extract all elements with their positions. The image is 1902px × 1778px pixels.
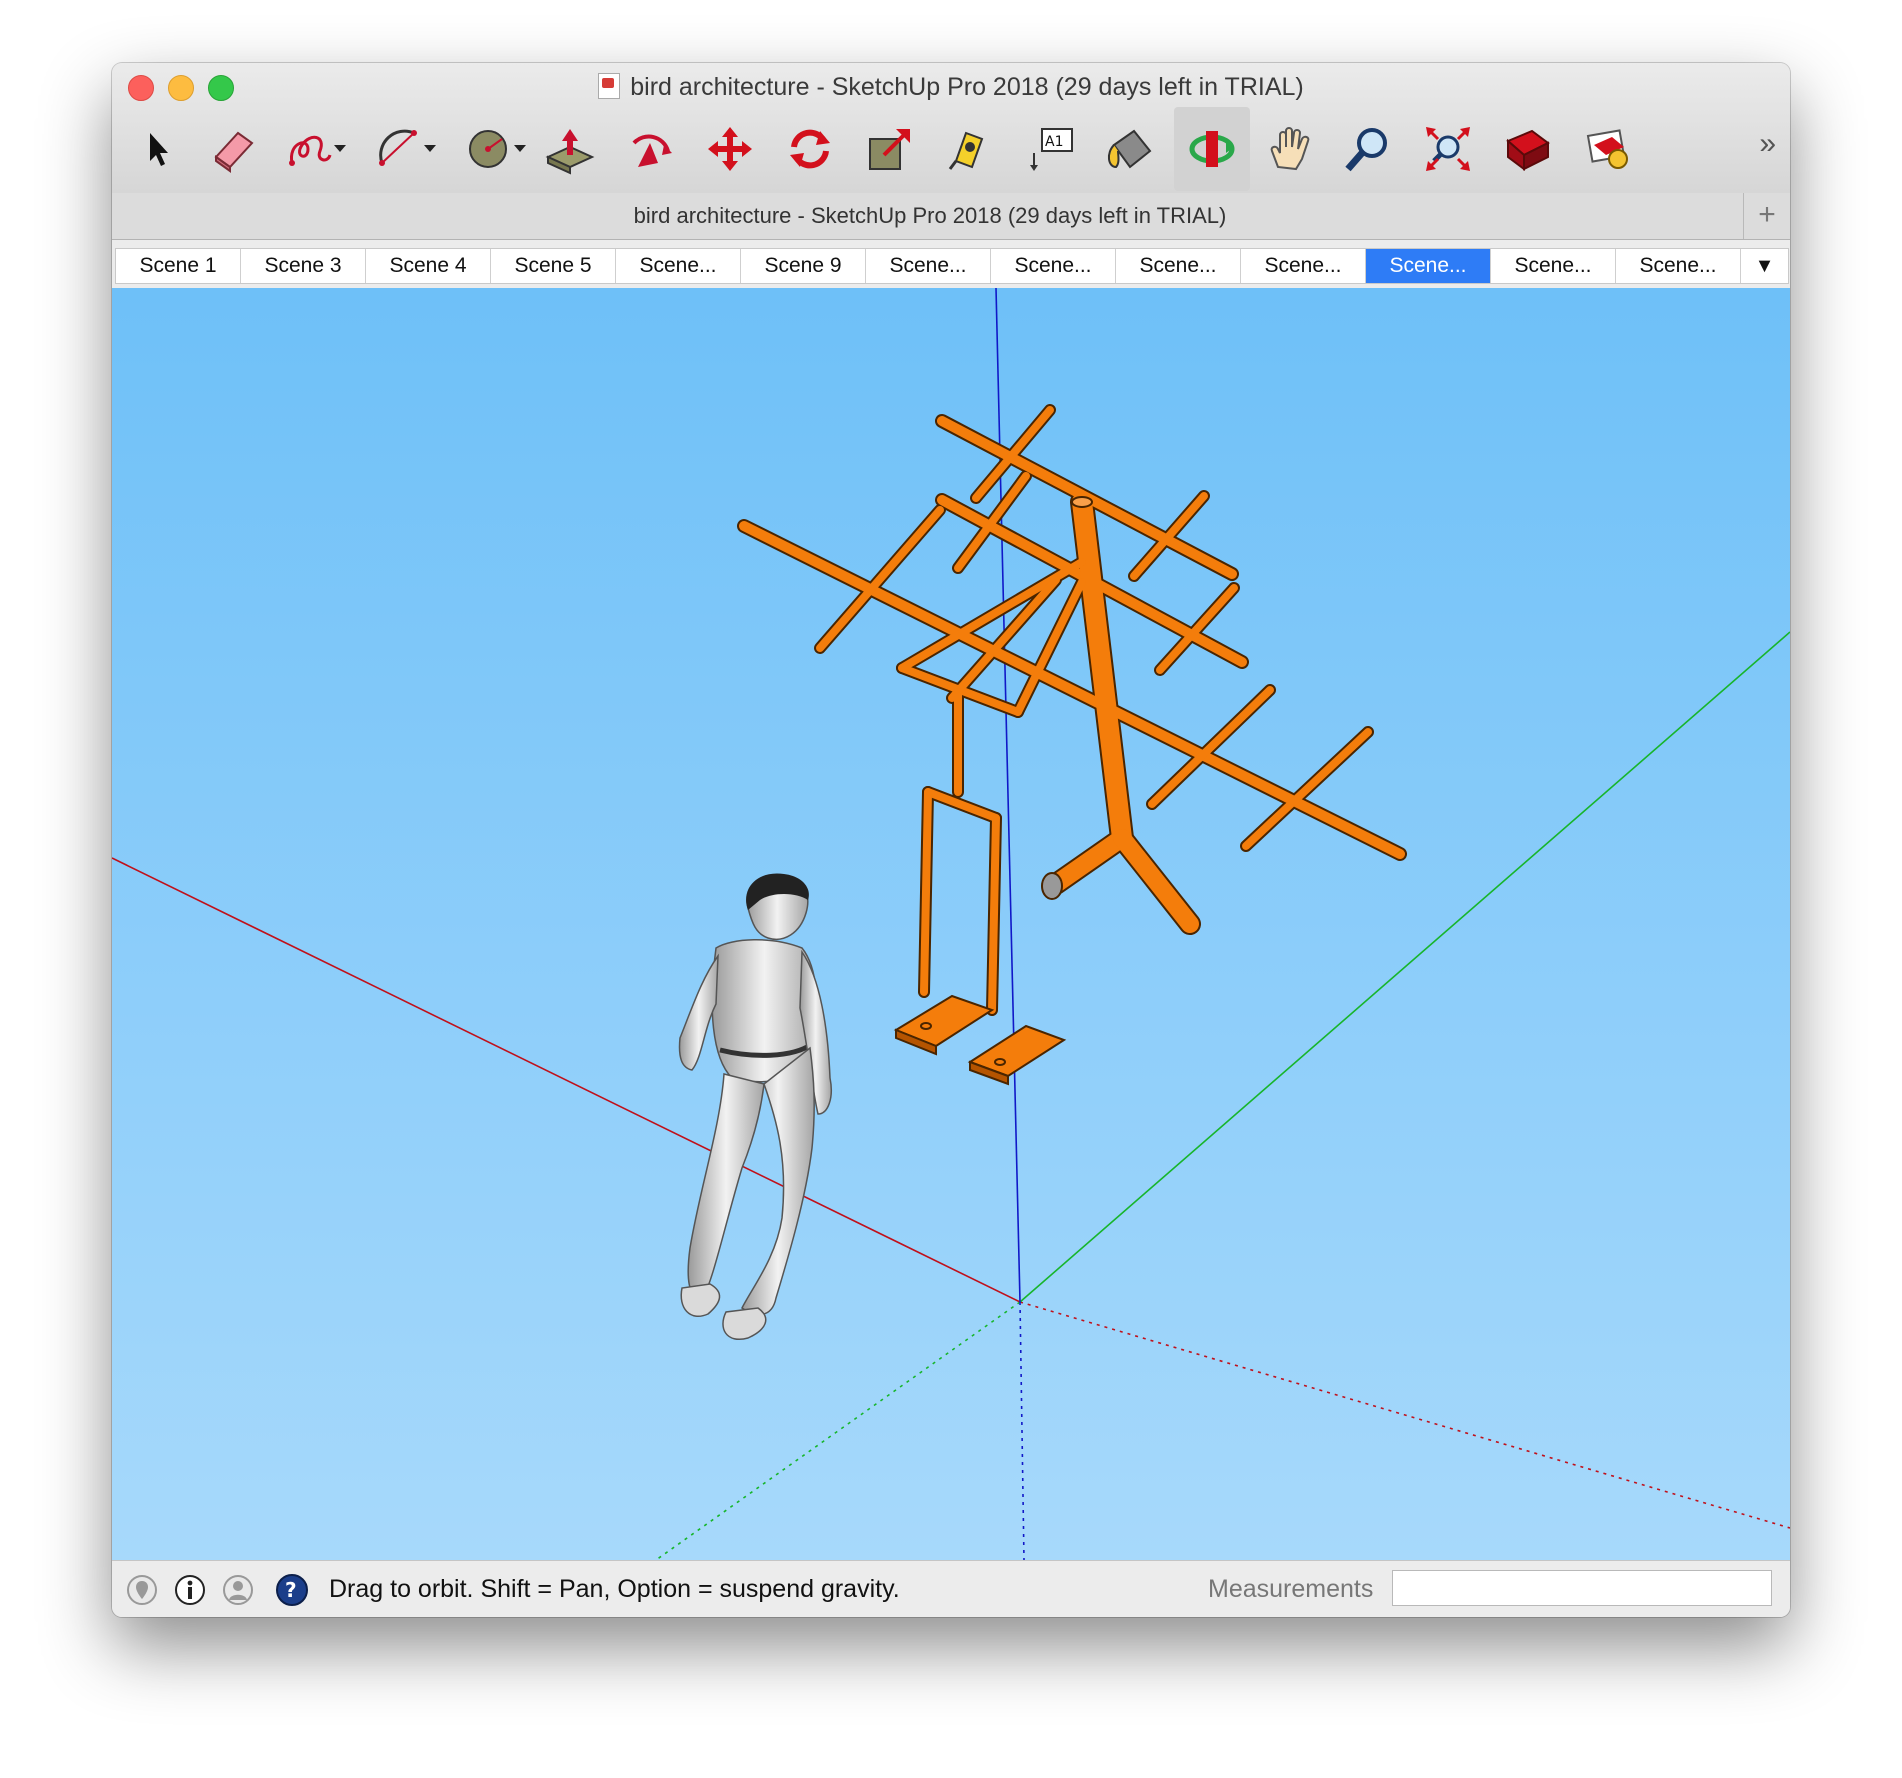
text-tool-button[interactable]: A1 (1012, 107, 1088, 191)
green-axis-negative (655, 1301, 1021, 1560)
new-tab-button[interactable]: + (1743, 193, 1790, 239)
scene-tab[interactable]: Scene... (991, 249, 1116, 283)
scene-tab[interactable]: Scene... (1491, 249, 1616, 283)
scene-tab[interactable]: Scene... (1241, 249, 1366, 283)
3d-viewport[interactable] (112, 288, 1790, 1560)
model-canvas (112, 288, 1790, 1560)
toolbar: A1 » (112, 107, 1790, 191)
scene-tab[interactable]: Scene... (1616, 249, 1741, 283)
status-hint-text: Drag to orbit. Shift = Pan, Option = sus… (329, 1575, 900, 1603)
text-label-icon: A1 (1030, 128, 1073, 171)
scale-tool-button[interactable] (852, 107, 928, 191)
measurements-input[interactable] (1392, 1570, 1772, 1606)
arc-icon (379, 129, 417, 166)
extension-warehouse-icon (1586, 129, 1628, 169)
scene-tab[interactable]: Scene... (616, 249, 741, 283)
freehand-line-icon (289, 135, 332, 166)
scene-tab[interactable]: Scene... (1116, 249, 1241, 283)
window-title: bird architecture - SketchUp Pro 2018 (2… (112, 73, 1790, 102)
scene-tab[interactable]: Scene... (866, 249, 991, 283)
freehand-tool-button[interactable] (272, 107, 348, 191)
eraser-tool-button[interactable] (196, 107, 272, 191)
3d-warehouse-tool-button[interactable] (1490, 107, 1566, 191)
move-tool-button[interactable] (692, 107, 768, 191)
scale-icon (869, 129, 910, 170)
red-axis-negative (1019, 1301, 1790, 1529)
rotate-icon (790, 129, 830, 169)
warehouse-icon (1506, 129, 1550, 171)
measurements-label: Measurements (1208, 1575, 1374, 1603)
follow-me-icon (632, 134, 672, 167)
follow-me-tool-button[interactable] (612, 107, 688, 191)
window-title-text: bird architecture - SketchUp Pro 2018 (2… (630, 73, 1304, 101)
blue-axis (995, 288, 1021, 1303)
push-pull-tool-button[interactable] (532, 107, 608, 191)
magnifier-icon (1345, 128, 1387, 172)
zoom-extents-icon (1426, 127, 1470, 171)
select-tool-button[interactable] (120, 107, 196, 191)
circle-tool-button[interactable] (452, 107, 528, 191)
svg-text:?: ? (285, 1578, 297, 1602)
document-tab[interactable]: bird architecture - SketchUp Pro 2018 (2… (112, 203, 1748, 229)
app-window: bird architecture - SketchUp Pro 2018 (2… (112, 63, 1790, 1617)
pan-tool-button[interactable] (1252, 107, 1328, 191)
circle-icon (469, 130, 507, 168)
scene-tab[interactable]: Scene... (1366, 249, 1491, 283)
scene-tab[interactable]: Scene 4 (366, 249, 491, 283)
toolbar-overflow-button[interactable]: » (1759, 127, 1776, 161)
status-bar: ? Drag to orbit. Shift = Pan, Option = s… (112, 1560, 1790, 1617)
zoom-extents-tool-button[interactable] (1410, 107, 1486, 191)
arc-tool-button[interactable] (362, 107, 438, 191)
extension-warehouse-tool-button[interactable] (1570, 107, 1646, 191)
user-account-icon[interactable] (222, 1574, 254, 1606)
person-figure (678, 873, 832, 1341)
move-icon (708, 127, 752, 171)
chevron-down-icon (334, 145, 346, 152)
green-axis (1019, 631, 1790, 1303)
blue-axis-negative (1019, 1301, 1025, 1560)
axes (112, 288, 1790, 1560)
scene-tab[interactable]: Scene 5 (491, 249, 616, 283)
rotate-tool-button[interactable] (772, 107, 848, 191)
paint-bucket-icon (1108, 129, 1152, 169)
chevron-down-icon (514, 145, 526, 152)
scene-tab[interactable]: Scene 3 (241, 249, 366, 283)
document-tab-bar: bird architecture - SketchUp Pro 2018 (2… (112, 193, 1790, 240)
push-pull-icon (545, 129, 595, 175)
orbit-tool-button[interactable] (1174, 107, 1250, 191)
red-axis (112, 857, 1021, 1303)
arrow-cursor-icon (150, 133, 168, 166)
geo-location-icon[interactable] (126, 1574, 158, 1606)
scene-tab[interactable]: Scene 9 (741, 249, 866, 283)
credits-info-icon[interactable] (174, 1574, 206, 1606)
chevron-down-icon (424, 145, 436, 152)
help-question-icon[interactable]: ? (276, 1574, 308, 1606)
tape-measure-tool-button[interactable] (932, 107, 1008, 191)
svg-text:A1: A1 (1045, 134, 1063, 150)
bird-structure-model (737, 404, 1407, 1086)
scene-tabs: Scene 1 Scene 3 Scene 4 Scene 5 Scene... Scen… (115, 248, 1789, 284)
scene-tab[interactable]: Scene 1 (116, 249, 241, 283)
eraser-icon (214, 131, 254, 173)
scene-list-dropdown[interactable]: ▼ (1741, 249, 1788, 283)
orbit-icon (1189, 131, 1235, 167)
paint-bucket-tool-button[interactable] (1092, 107, 1168, 191)
zoom-tool-button[interactable] (1330, 107, 1406, 191)
document-icon (598, 73, 621, 99)
title-bar: bird architecture - SketchUp Pro 2018 (2… (112, 63, 1790, 194)
tape-measure-icon (948, 131, 984, 170)
hand-icon (1270, 127, 1310, 171)
